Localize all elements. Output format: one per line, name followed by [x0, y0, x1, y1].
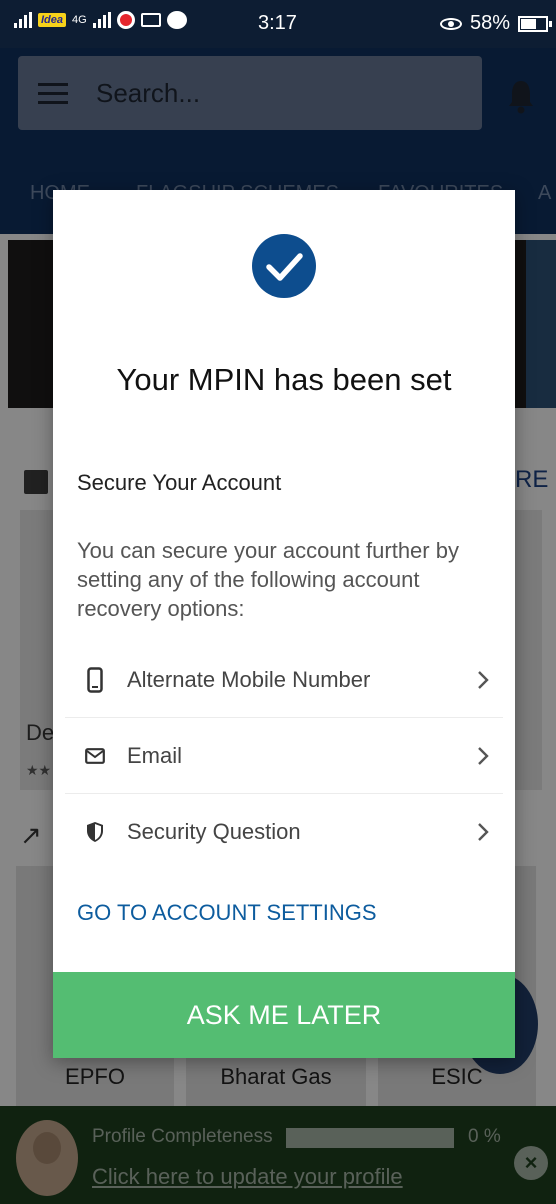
- chevron-right-icon: [463, 794, 503, 870]
- signal-icon: [14, 12, 32, 28]
- ask-me-later-button[interactable]: ASK ME LATER: [53, 972, 515, 1058]
- mpin-success-dialog: Your MPIN has been set Secure Your Accou…: [53, 190, 515, 1058]
- clock: 3:17: [258, 12, 297, 34]
- option-label: Alternate Mobile Number: [127, 666, 371, 692]
- eye-icon: [439, 17, 462, 30]
- chevron-right-icon: [463, 642, 503, 718]
- chevron-right-icon: [463, 718, 503, 794]
- chat-icon: [166, 11, 187, 29]
- vodafone-icon: [116, 11, 135, 29]
- mobile-phone-icon: [65, 642, 125, 718]
- battery-percent: 58%: [469, 12, 510, 34]
- signal-icon-2: [92, 12, 111, 28]
- secure-account-description: You can secure your account further by s…: [77, 538, 459, 621]
- option-label: Security Question: [127, 819, 301, 844]
- status-bar: Idea 4G 3:17 58%: [0, 0, 556, 48]
- network-type: 4G: [72, 14, 87, 26]
- dialog-title: Your MPIN has been set: [116, 362, 452, 397]
- go-to-account-settings-link[interactable]: GO TO ACCOUNT SETTINGS: [77, 900, 377, 926]
- shield-icon: [65, 794, 125, 870]
- option-alternate-mobile[interactable]: Alternate Mobile Number: [65, 642, 503, 718]
- check-circle-icon: [252, 234, 316, 298]
- option-security-question[interactable]: Security Question: [65, 794, 503, 870]
- screen-icon: [140, 13, 161, 27]
- envelope-icon: [65, 718, 125, 794]
- battery-icon: [518, 15, 552, 32]
- carrier-label: Idea: [38, 13, 67, 27]
- option-email[interactable]: Email: [65, 718, 503, 794]
- secure-account-heading: Secure Your Account: [77, 470, 282, 495]
- option-label: Email: [127, 742, 183, 768]
